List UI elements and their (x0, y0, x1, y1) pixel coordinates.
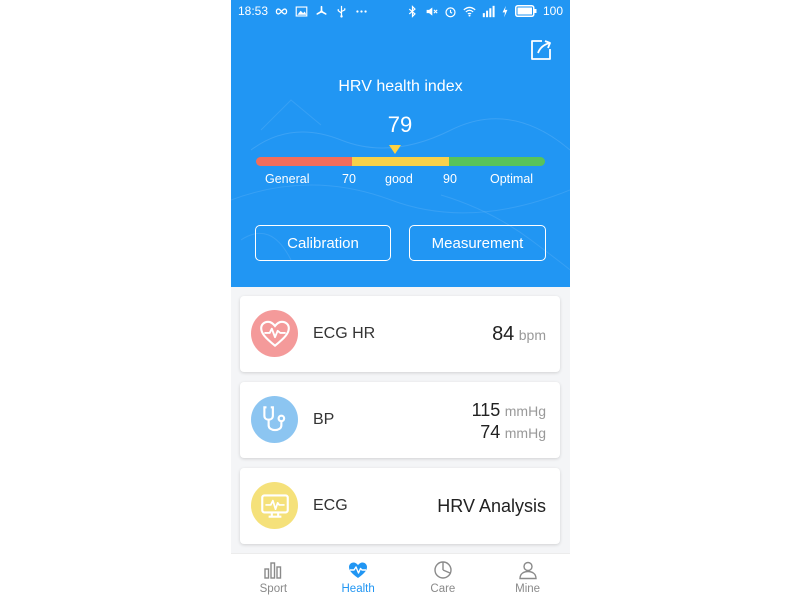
ecg-card[interactable]: ECG HRV Analysis (240, 468, 560, 544)
tab-sport-label: Sport (259, 583, 288, 595)
tab-health-label: Health (341, 583, 375, 595)
scale-label-90: 90 (443, 172, 457, 186)
bp-diastolic-row: 74 mmHg (472, 422, 546, 444)
wifi-icon (463, 5, 476, 18)
stethoscope-icon (251, 396, 298, 443)
bp-label: BP (313, 411, 335, 428)
heart-icon (251, 310, 298, 357)
bp-systolic-unit: mmHg (504, 403, 546, 419)
tab-care-label: Care (430, 583, 456, 595)
tab-health[interactable]: Health (316, 554, 401, 600)
fan-icon (315, 5, 328, 18)
alarm-icon (444, 5, 457, 18)
signal-icon (482, 5, 495, 18)
image-icon (295, 5, 308, 18)
scale-label-optimal: Optimal (490, 172, 534, 186)
infinity-icon (275, 5, 288, 18)
phone-screen: 18:53 100 HRV health index 79 General 70… (231, 0, 570, 600)
bluetooth-icon (406, 4, 419, 18)
bp-diastolic: 74 (480, 422, 501, 442)
scale-label-general: General (265, 172, 310, 186)
more-dots-icon (355, 5, 368, 18)
bp-systolic: 115 (471, 400, 501, 420)
ecg-hr-unit: bpm (518, 327, 546, 343)
measurement-button[interactable]: Measurement (409, 225, 546, 261)
charging-icon (501, 5, 509, 18)
bp-diastolic-unit: mmHg (504, 425, 546, 441)
calibration-button[interactable]: Calibration (255, 225, 391, 261)
bp-card[interactable]: BP 115 mmHg 74 mmHg (240, 382, 560, 458)
ecg-hr-value: 84 bpm (492, 323, 546, 346)
status-bar: 18:53 100 (231, 0, 570, 22)
hrv-marker (388, 145, 401, 154)
tab-care[interactable]: Care (401, 554, 486, 600)
ecg-hr-number: 84 (492, 323, 515, 345)
status-time: 18:53 (238, 4, 269, 18)
battery-icon (514, 4, 537, 18)
bp-values: 115 mmHg 74 mmHg (472, 400, 546, 444)
share-button[interactable] (529, 38, 553, 62)
ecg-hr-label: ECG HR (313, 325, 376, 342)
hrv-title: HRV health index (338, 78, 463, 95)
user-icon (518, 561, 537, 580)
scale-segment-good (352, 157, 449, 166)
monitor-icon (251, 482, 298, 529)
hrv-value: 79 (387, 112, 413, 137)
usb-icon (335, 5, 348, 18)
scale-segment-general (256, 157, 352, 166)
bottom-tab-bar: Sport Health Care Mine (231, 553, 570, 600)
battery-level: 100 (542, 4, 563, 18)
mute-icon (425, 5, 438, 18)
scale-label-70: 70 (342, 172, 356, 186)
ecg-hr-card[interactable]: ECG HR 84 bpm (240, 296, 560, 372)
share-icon (531, 40, 551, 60)
scale-segment-optimal (449, 157, 545, 166)
hrv-header: 18:53 100 HRV health index 79 General 70… (231, 0, 570, 287)
tab-mine-label: Mine (515, 583, 541, 595)
bar-chart-icon (264, 562, 282, 579)
ecg-value: HRV Analysis (437, 496, 546, 516)
bp-systolic-row: 115 mmHg (472, 400, 546, 422)
hrv-scale-bar (256, 157, 545, 166)
tab-mine[interactable]: Mine (485, 554, 570, 600)
scale-label-good: good (385, 172, 413, 186)
tab-sport[interactable]: Sport (231, 554, 316, 600)
ecg-label: ECG (313, 497, 348, 514)
heartbeat-icon (349, 562, 368, 578)
pie-chart-icon (434, 561, 452, 579)
